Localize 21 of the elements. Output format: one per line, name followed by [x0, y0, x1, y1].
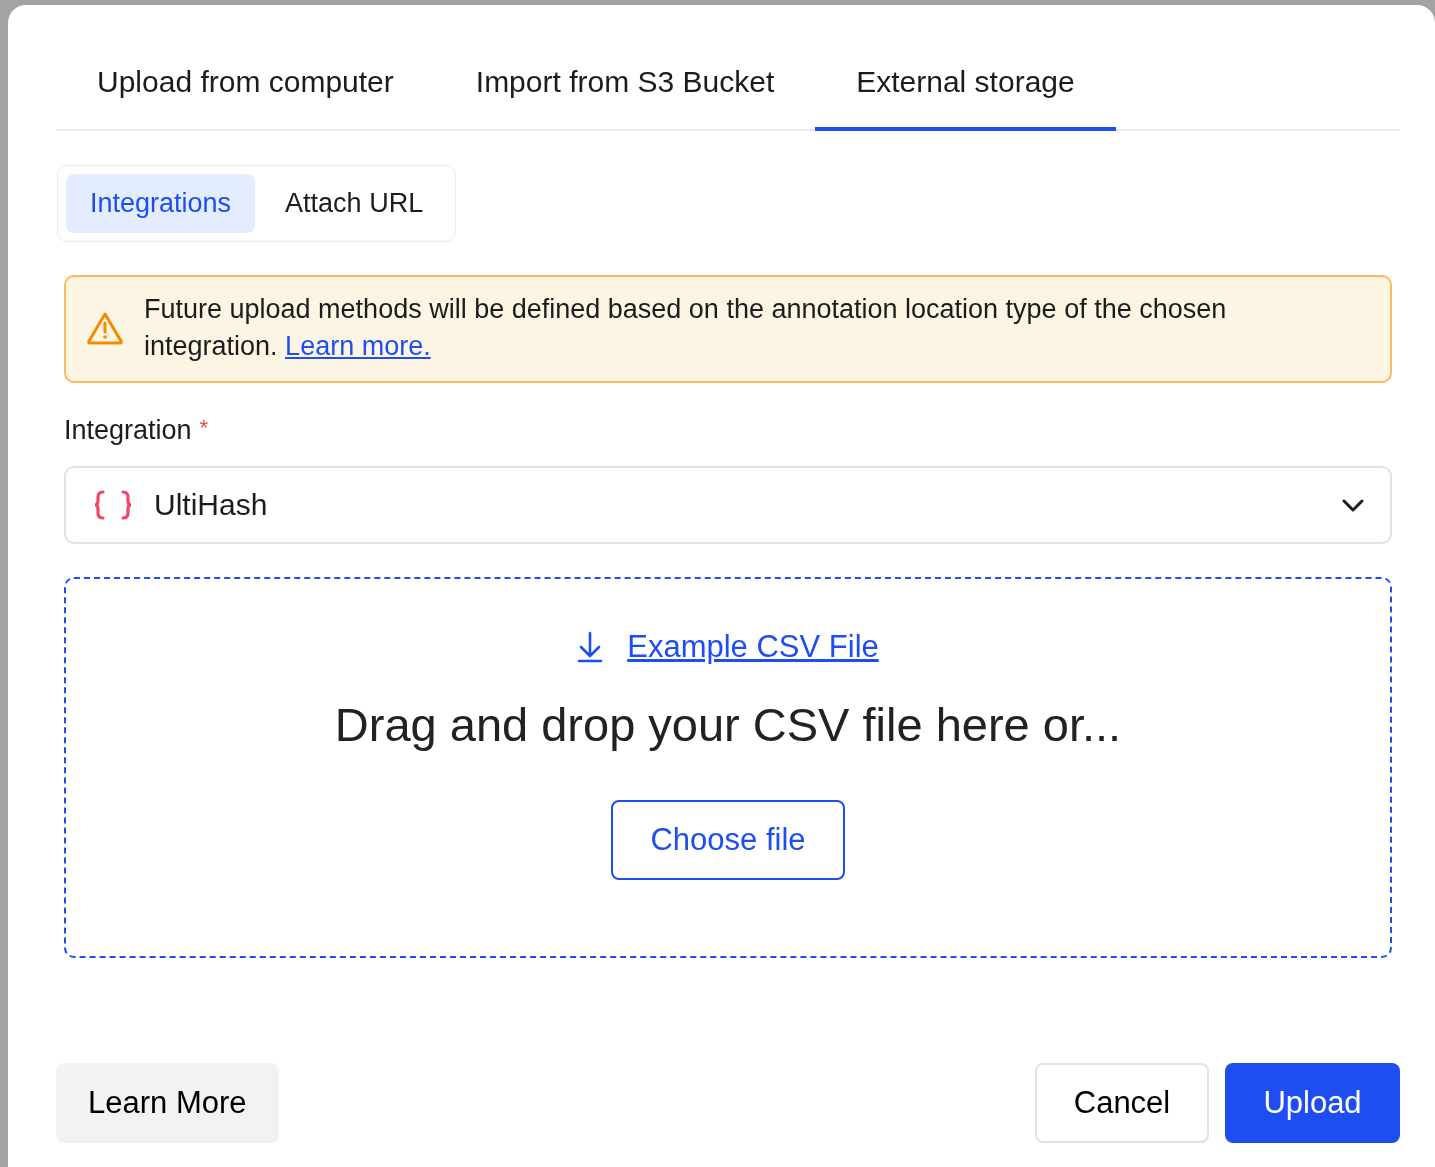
warning-icon — [86, 311, 124, 345]
chevron-down-icon — [1342, 498, 1364, 512]
braces-icon — [94, 490, 132, 520]
example-csv-link[interactable]: Example CSV File — [627, 629, 879, 665]
cancel-button[interactable]: Cancel — [1035, 1063, 1209, 1143]
upload-button[interactable]: Upload — [1225, 1063, 1400, 1143]
field-label: Integration — [64, 415, 192, 446]
tab[interactable]: Import from S3 Bucket — [434, 49, 816, 131]
drop-instruction: Drag and drop your CSV file here or... — [334, 697, 1122, 752]
learn-more-link[interactable]: Learn more. — [285, 331, 431, 361]
download-icon — [577, 631, 604, 663]
drop-zone[interactable]: Example CSV File Drag and drop your CSV file here or... Choose file — [64, 577, 1392, 958]
learn-more-button[interactable]: Learn More — [56, 1063, 279, 1143]
segment-tab[interactable]: Attach URL — [261, 174, 448, 233]
tab[interactable]: Upload from computer — [56, 49, 435, 131]
segment-tab[interactable]: Integrations — [66, 174, 256, 233]
warning-message: Future upload methods will be defined based on the annotation location type of the chosen integration. Learn more. — [144, 293, 1228, 363]
tab[interactable]: External storage — [815, 49, 1116, 131]
choose-file-button[interactable]: Choose file — [611, 800, 845, 880]
integration-dropdown[interactable]: UltiHash — [64, 466, 1392, 544]
required-mark: * — [199, 415, 209, 442]
